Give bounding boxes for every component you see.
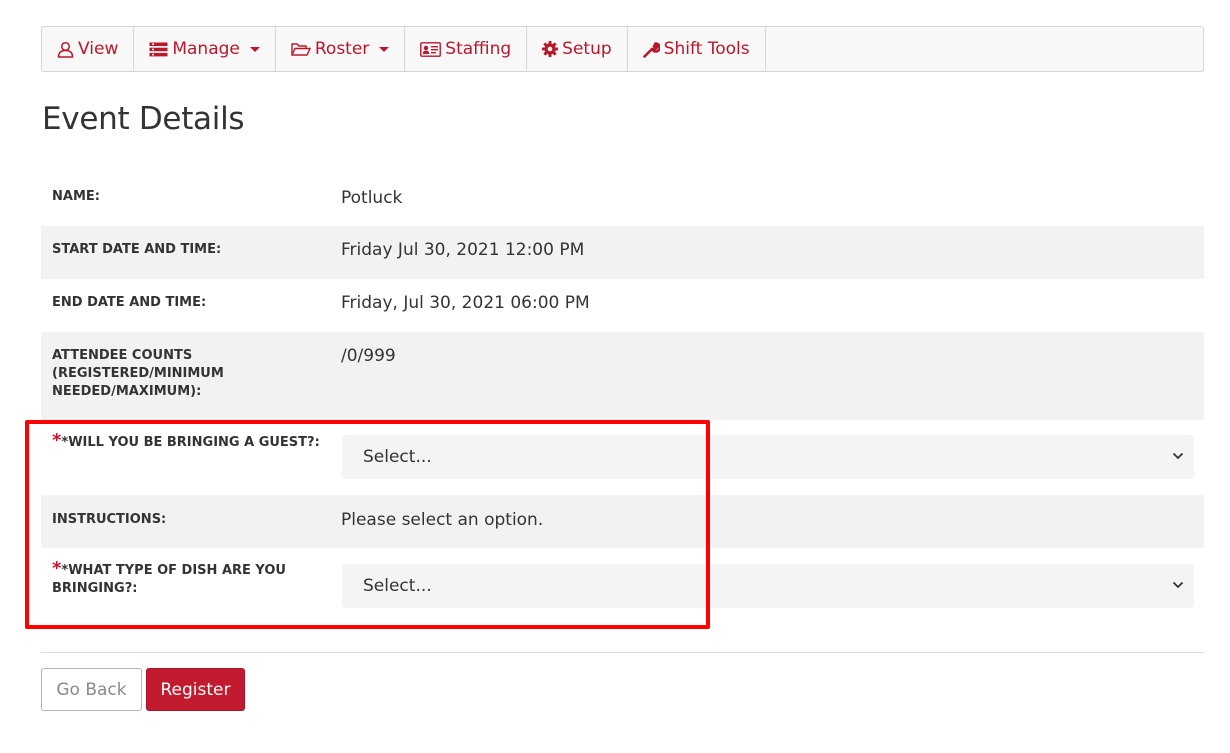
dish-label-text: BRINGING?: bbox=[52, 581, 138, 596]
tab-shift-tools[interactable]: Shift Tools bbox=[628, 27, 766, 71]
tab-manage[interactable]: Manage bbox=[134, 27, 276, 71]
row-attendees: ATTENDEE COUNTS (REGISTERED/MINIMUM NEED… bbox=[41, 332, 1204, 420]
tab-roster[interactable]: Roster bbox=[276, 27, 406, 71]
tab-setup-label: Setup bbox=[562, 39, 612, 59]
tab-roster-label: Roster bbox=[314, 39, 370, 59]
end-value: Friday, Jul 30, 2021 06:00 PM bbox=[341, 293, 590, 313]
attendee-label-line: (REGISTERED/MINIMUM bbox=[52, 366, 224, 381]
tab-staffing[interactable]: Staffing bbox=[405, 27, 528, 71]
tab-staffing-label: Staffing bbox=[445, 39, 512, 59]
go-back-button[interactable]: Go Back bbox=[41, 668, 142, 711]
dish-label-text: *WHAT TYPE OF DISH ARE YOU bbox=[61, 563, 286, 578]
wrench-icon bbox=[642, 41, 660, 58]
attendee-label-line: NEEDED/MAXIMUM): bbox=[52, 384, 202, 399]
dish-select[interactable]: Select... bbox=[342, 564, 1194, 608]
event-details-table: NAME: Potluck START DATE AND TIME: Frida… bbox=[41, 173, 1204, 623]
tab-shift-tools-label: Shift Tools bbox=[663, 39, 750, 59]
guest-select[interactable]: Select... bbox=[342, 435, 1194, 479]
end-label: END DATE AND TIME: bbox=[52, 295, 207, 310]
name-value: Potluck bbox=[341, 188, 403, 208]
name-label: NAME: bbox=[52, 189, 100, 204]
dish-label: **WHAT TYPE OF DISH ARE YOU BRINGING?: bbox=[41, 548, 341, 623]
user-icon bbox=[57, 41, 74, 58]
required-asterisk: * bbox=[52, 558, 62, 579]
id-card-icon bbox=[420, 41, 442, 57]
tab-view[interactable]: View bbox=[42, 27, 135, 71]
row-instructions: INSTRUCTIONS: Please select an option. bbox=[41, 495, 1204, 548]
instructions-value: Please select an option. bbox=[341, 510, 544, 530]
attendee-label-line: ATTENDEE COUNTS bbox=[52, 348, 193, 363]
required-asterisk: * bbox=[52, 430, 62, 451]
row-dish: **WHAT TYPE OF DISH ARE YOU BRINGING?: S… bbox=[41, 548, 1204, 623]
row-name: NAME: Potluck bbox=[41, 173, 1204, 226]
row-guest: **WILL YOU BE BRINGING A GUEST?: Select.… bbox=[41, 420, 1204, 495]
tab-setup[interactable]: Setup bbox=[527, 27, 628, 71]
chevron-down-icon bbox=[1172, 452, 1184, 460]
start-value: Friday Jul 30, 2021 12:00 PM bbox=[341, 240, 585, 260]
tab-manage-label: Manage bbox=[172, 39, 240, 59]
attendee-label: ATTENDEE COUNTS (REGISTERED/MINIMUM NEED… bbox=[41, 332, 341, 420]
guest-label-text: *WILL YOU BE BRINGING A GUEST?: bbox=[61, 435, 320, 450]
tab-view-label: View bbox=[78, 39, 119, 59]
gear-icon bbox=[542, 41, 559, 57]
toolbar: View Manage Roster Staffing Setup Shift … bbox=[41, 26, 1204, 72]
divider bbox=[41, 652, 1204, 653]
start-label: START DATE AND TIME: bbox=[52, 242, 222, 257]
page-title: Event Details bbox=[42, 101, 245, 137]
caret-down-icon bbox=[379, 46, 390, 52]
chevron-down-icon bbox=[1172, 581, 1184, 589]
row-start: START DATE AND TIME: Friday Jul 30, 2021… bbox=[41, 226, 1204, 279]
row-end: END DATE AND TIME: Friday, Jul 30, 2021 … bbox=[41, 279, 1204, 332]
instructions-label: INSTRUCTIONS: bbox=[52, 512, 167, 527]
guest-label: **WILL YOU BE BRINGING A GUEST?: bbox=[41, 420, 341, 495]
folder-open-icon bbox=[290, 42, 311, 56]
dish-select-value: Select... bbox=[363, 576, 432, 596]
caret-down-icon bbox=[249, 46, 260, 52]
attendee-value: /0/999 bbox=[341, 346, 396, 366]
list-icon bbox=[149, 42, 168, 56]
register-button[interactable]: Register bbox=[146, 668, 245, 711]
guest-select-value: Select... bbox=[363, 447, 432, 467]
